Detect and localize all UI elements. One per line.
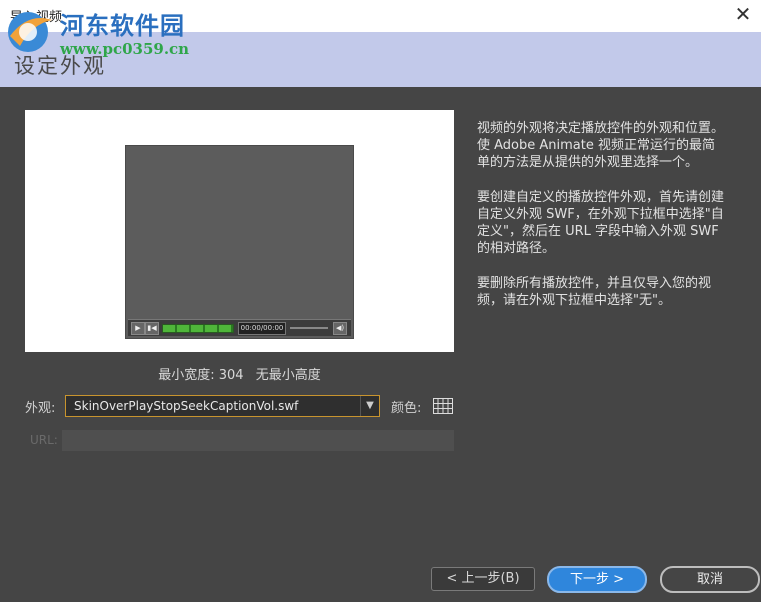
play-icon: ▶	[131, 322, 145, 335]
skin-select[interactable]: SkinOverPlayStopSeekCaptionVol.swf ▼	[65, 395, 380, 417]
min-height-text: 无最小高度	[255, 368, 321, 383]
description-paragraph-1: 视频的外观将决定播放控件的外观和位置。使 Adobe Animate 视频正常运…	[477, 121, 725, 170]
color-label: 颜色:	[391, 401, 422, 416]
skin-label: 外观:	[25, 401, 56, 416]
close-icon[interactable]: ✕	[731, 2, 755, 26]
url-row: URL:	[25, 430, 455, 452]
stop-icon: ▮◀	[145, 322, 159, 335]
skin-row: 外观: SkinOverPlayStopSeekCaptionVol.swf ▼…	[25, 395, 465, 419]
url-label: URL:	[30, 433, 58, 447]
cancel-button[interactable]: 取消	[660, 566, 760, 593]
watermark-url: www.pc0359.cn	[60, 40, 190, 58]
color-grid-icon[interactable]	[433, 398, 453, 414]
description-paragraph-2: 要创建自定义的播放控件外观，首先请创建自定义外观 SWF，在外观下拉框中选择"自…	[477, 190, 725, 256]
video-player-preview: ▶ ▮◀ 00:00/00:00 ◀)	[125, 145, 354, 339]
url-input[interactable]	[62, 430, 454, 451]
chevron-down-icon[interactable]: ▼	[360, 396, 379, 416]
watermark: 河东软件园 www.pc0359.cn	[0, 0, 210, 66]
minimum-size-info: 最小宽度: 304 无最小高度	[25, 364, 454, 383]
description-panel: 视频的外观将决定播放控件的外观和位置。使 Adobe Animate 视频正常运…	[477, 120, 727, 327]
volume-slider	[290, 327, 328, 329]
description-paragraph-3: 要删除所有播放控件，并且仅导入您的视频，请在外观下拉框中选择"无"。	[477, 276, 712, 308]
timecode: 00:00/00:00	[238, 322, 286, 335]
next-button[interactable]: 下一步 >	[547, 566, 647, 593]
watermark-logo-icon	[8, 12, 52, 52]
player-control-bar: ▶ ▮◀ 00:00/00:00 ◀)	[128, 319, 351, 336]
previous-button[interactable]: < 上一步(B)	[431, 567, 535, 591]
seek-bar	[162, 324, 234, 333]
watermark-name: 河东软件园	[60, 11, 185, 40]
skin-preview: ▶ ▮◀ 00:00/00:00 ◀)	[25, 110, 454, 352]
volume-icon: ◀)	[333, 322, 347, 335]
min-width-text: 最小宽度: 304	[158, 368, 244, 383]
skin-select-value: SkinOverPlayStopSeekCaptionVol.swf	[74, 399, 299, 413]
